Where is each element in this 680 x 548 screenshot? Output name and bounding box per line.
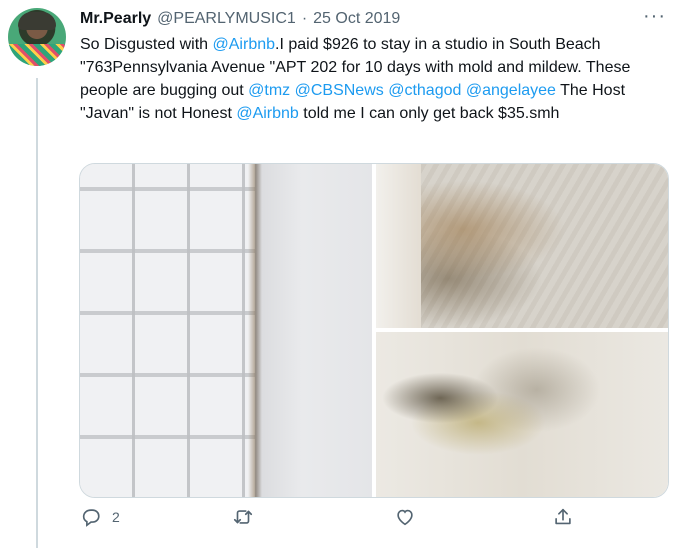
- photo-mold-closeup-top[interactable]: [376, 164, 668, 328]
- like-button[interactable]: [394, 506, 416, 528]
- reply-count: 2: [112, 509, 120, 525]
- separator-dot: ·: [301, 10, 308, 27]
- wall-surface: [255, 164, 372, 497]
- photo-mold-closeup-bottom[interactable]: [376, 332, 668, 497]
- more-options-icon[interactable]: ···: [643, 6, 666, 26]
- tweet-text-segment: told me I can only get back $35.smh: [298, 105, 560, 122]
- reply-icon: [82, 509, 100, 527]
- action-bar: 2: [80, 506, 580, 536]
- avatar[interactable]: [8, 8, 66, 66]
- tweet-text-segment: So Disgusted with: [80, 36, 213, 53]
- retweet-icon: [233, 510, 253, 524]
- tile-grout: [80, 164, 255, 497]
- mention-link[interactable]: @Airbnb: [236, 105, 299, 122]
- tweet-header: Mr.Pearly @PEARLYMUSIC1 · 25 Oct 2019: [80, 10, 400, 30]
- reply-button[interactable]: 2: [80, 506, 120, 528]
- thread-line: [36, 78, 38, 548]
- mention-link[interactable]: @angelayee: [466, 82, 556, 99]
- author-name[interactable]: Mr.Pearly: [80, 10, 151, 28]
- avatar-shirt: [8, 44, 66, 66]
- tweet-date[interactable]: 25 Oct 2019: [313, 10, 400, 28]
- share-button[interactable]: [552, 506, 574, 528]
- mold-corner: [248, 164, 262, 497]
- like-icon: [397, 509, 413, 526]
- wall-edge: [376, 164, 421, 328]
- retweet-button[interactable]: [232, 506, 254, 528]
- media-grid: [79, 163, 669, 498]
- tweet-text: So Disgusted with @Airbnb.I paid $926 to…: [80, 33, 665, 125]
- mention-link[interactable]: @tmz: [248, 82, 290, 99]
- mention-link[interactable]: @cthagod: [388, 82, 461, 99]
- mention-link[interactable]: @CBSNews: [295, 82, 384, 99]
- mention-link[interactable]: @Airbnb: [213, 36, 276, 53]
- share-icon: [555, 508, 571, 525]
- author-handle[interactable]: @PEARLYMUSIC1: [157, 10, 296, 28]
- avatar-hat: [18, 12, 56, 30]
- photo-tile-wall[interactable]: [80, 164, 372, 497]
